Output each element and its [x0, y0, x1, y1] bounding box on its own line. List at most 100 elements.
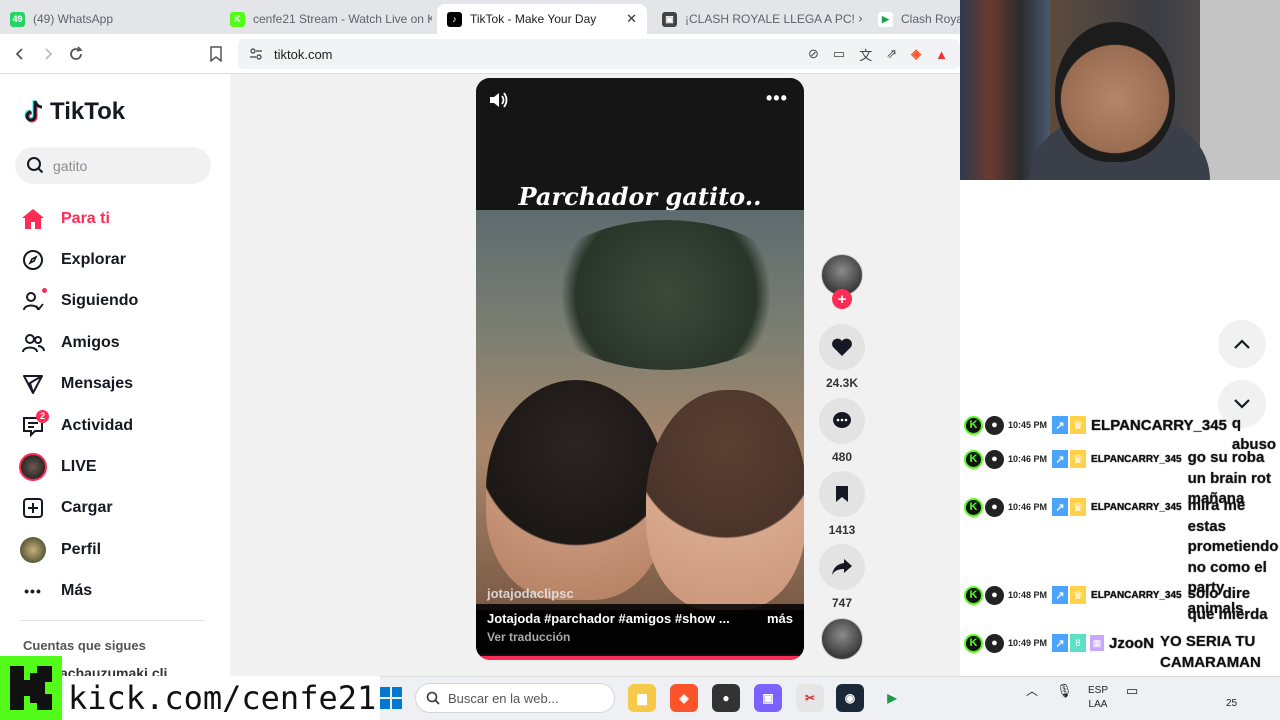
taskbar-search[interactable]: Buscar en la web... — [415, 683, 615, 713]
back-icon[interactable] — [8, 42, 32, 66]
sidebar-item-friends[interactable]: Amigos — [19, 322, 219, 363]
chat-username[interactable]: ELPANCARRY_345 — [1091, 590, 1182, 601]
sidebar-item-label: Actividad — [61, 416, 134, 434]
like-button[interactable]: 24.3K — [818, 324, 866, 390]
video-watermark: jotajodaclipsc — [487, 586, 574, 601]
sub-badge-icon: ▦ — [1090, 635, 1105, 651]
bookmark-icon[interactable] — [819, 471, 865, 517]
send-icon — [19, 370, 47, 398]
save-button[interactable]: 1413 — [818, 471, 866, 537]
share-button[interactable]: 747 — [818, 544, 866, 610]
more-icon: ••• — [24, 583, 42, 600]
chat-meta: K ● 10:49 PM ↗ 8 ▦ JzooN — [964, 632, 1154, 654]
video-overlay-title: Parchador gatito.. — [518, 182, 762, 211]
sound-disc[interactable] — [818, 618, 866, 660]
bookmark-icon[interactable] — [204, 42, 228, 66]
microphone-icon[interactable]: 🎙 — [1056, 684, 1073, 698]
tab-1[interactable]: 49 (49) WhatsApp — [0, 4, 215, 34]
chat-time: 10:46 PM — [1008, 454, 1048, 464]
comment-button[interactable]: 480 — [818, 398, 866, 464]
obs-icon[interactable]: ● — [712, 684, 740, 712]
brave-shield-icon[interactable]: ◈ — [911, 46, 921, 62]
sidebar-item-home[interactable]: Para ti — [19, 198, 219, 239]
heart-icon[interactable] — [819, 324, 865, 370]
chat-username[interactable]: ELPANCARRY_345 — [1091, 502, 1182, 513]
webcam-door — [1200, 0, 1280, 180]
video-player[interactable]: ••• Parchador gatito.. jotajodaclipsc Jo… — [476, 78, 804, 660]
play-games-icon[interactable]: ▶ — [878, 684, 906, 712]
tab-5[interactable]: ▶ Clash Royale — [868, 4, 960, 34]
tiktok-note-icon — [24, 100, 43, 123]
tray-chevron-icon[interactable]: ︿ — [1026, 684, 1038, 698]
divider — [20, 620, 205, 621]
sidebar-item-following[interactable]: Siguiendo — [19, 281, 219, 322]
chat-username[interactable]: JzooN — [1109, 635, 1154, 652]
brave-browser-icon[interactable]: ◈ — [670, 684, 698, 712]
chat-meta: K ● 10:46 PM ↗ ♛ ELPANCARRY_345 — [964, 496, 1182, 518]
sidebar-item-label: Perfil — [61, 540, 102, 558]
following-icon — [19, 287, 47, 315]
subscriber-badge-icon: ↗ — [1052, 416, 1069, 434]
clock-fragment[interactable]: 25 — [1226, 697, 1237, 711]
following-header: Cuentas que sigues — [23, 638, 146, 653]
forward-icon[interactable] — [36, 42, 60, 66]
steam-icon[interactable]: ◉ — [836, 684, 864, 712]
screen-icon[interactable]: ▭ — [833, 46, 845, 62]
address-bar[interactable]: tiktok.com ⊘ ▭ 文 ⇗ ◈ ▲ — [238, 39, 960, 69]
sidebar-item-live-avatar[interactable]: LIVE — [19, 446, 219, 487]
sidebar-item-compass[interactable]: Explorar — [19, 239, 219, 280]
share-arrow-icon[interactable] — [819, 544, 865, 590]
video-progress-bar[interactable] — [476, 656, 804, 660]
music-disc-icon[interactable] — [821, 618, 863, 660]
follow-plus-icon[interactable]: + — [832, 289, 852, 309]
tab-2[interactable]: Kcenfe21 Stream - Watch Live on K — [220, 4, 432, 34]
video-description: Jotajoda #parchador #amigos #show ... má… — [476, 604, 804, 654]
chat-username[interactable]: ELPANCARRY_345 — [1091, 417, 1227, 434]
reload-icon[interactable] — [64, 42, 88, 66]
subscriber-badge-icon: ↗ — [1052, 586, 1069, 604]
video-person-right — [646, 390, 804, 610]
sidebar-nav: Para ti Explorar Siguiendo Amigos Mensajes 2 A… — [19, 198, 219, 612]
search-input[interactable]: gatito — [15, 147, 211, 184]
kick-badge-icon: K — [964, 585, 983, 605]
sidebar-item-activity[interactable]: 2 Actividad — [19, 405, 219, 446]
activity-icon: 2 — [19, 409, 49, 440]
chat-app-icon[interactable]: ▣ — [754, 684, 782, 712]
youtube-icon: ▣ — [662, 11, 677, 27]
cast-off-icon[interactable]: ⊘ — [808, 46, 819, 62]
sidebar-item-send[interactable]: Mensajes — [19, 364, 219, 405]
translate-link[interactable]: Ver traducción — [487, 630, 793, 644]
kick-channel-url: kick.com/cenfe21 — [64, 676, 381, 720]
site-settings-icon[interactable] — [248, 46, 264, 65]
more-options-icon[interactable]: ••• — [766, 88, 788, 109]
sidebar-item-label: Cargar — [61, 499, 113, 517]
kick-badge-icon: K — [964, 449, 983, 469]
translate-icon[interactable]: 文 — [859, 45, 872, 64]
creator-avatar[interactable]: + — [818, 254, 866, 309]
sidebar-item-profile-avatar[interactable]: Perfil — [19, 529, 219, 570]
video-tree — [536, 220, 796, 370]
snipping-tool-icon[interactable]: ✂ — [796, 684, 824, 712]
tab-label: cenfe21 Stream - Watch Live on K — [253, 12, 432, 26]
language-indicator[interactable]: ESP LAA — [1088, 684, 1108, 712]
tiktok-logo[interactable]: TikTok — [22, 98, 125, 126]
windows-start-icon[interactable] — [380, 687, 402, 709]
kick-badge-icon: K — [964, 415, 983, 435]
tab-3[interactable]: ♪ TikTok - Make Your Day ✕ — [437, 4, 647, 34]
file-explorer-icon[interactable]: ▆ — [628, 684, 656, 712]
sidebar-item-upload[interactable]: Cargar — [19, 488, 219, 529]
friends-icon — [19, 329, 47, 357]
sidebar-item-label: Amigos — [61, 333, 120, 351]
volume-icon[interactable] — [488, 90, 510, 115]
network-icon[interactable]: ▭ — [1126, 684, 1138, 698]
sidebar-item-more[interactable]: ••• Más — [19, 571, 219, 612]
brave-rewards-icon[interactable]: ▲ — [935, 47, 948, 62]
streamer-webcam — [960, 0, 1280, 180]
chat-username[interactable]: ELPANCARRY_345 — [1091, 454, 1182, 465]
previous-video-button[interactable] — [1218, 320, 1266, 368]
close-tab-icon[interactable]: ✕ — [626, 11, 637, 27]
more-link[interactable]: más — [767, 611, 793, 626]
comment-icon[interactable] — [819, 398, 865, 444]
share-icon[interactable]: ⇗ — [886, 46, 897, 62]
tab-4[interactable]: ▣ ¡CLASH ROYALE LLEGA A PC! × CI — [652, 4, 862, 34]
